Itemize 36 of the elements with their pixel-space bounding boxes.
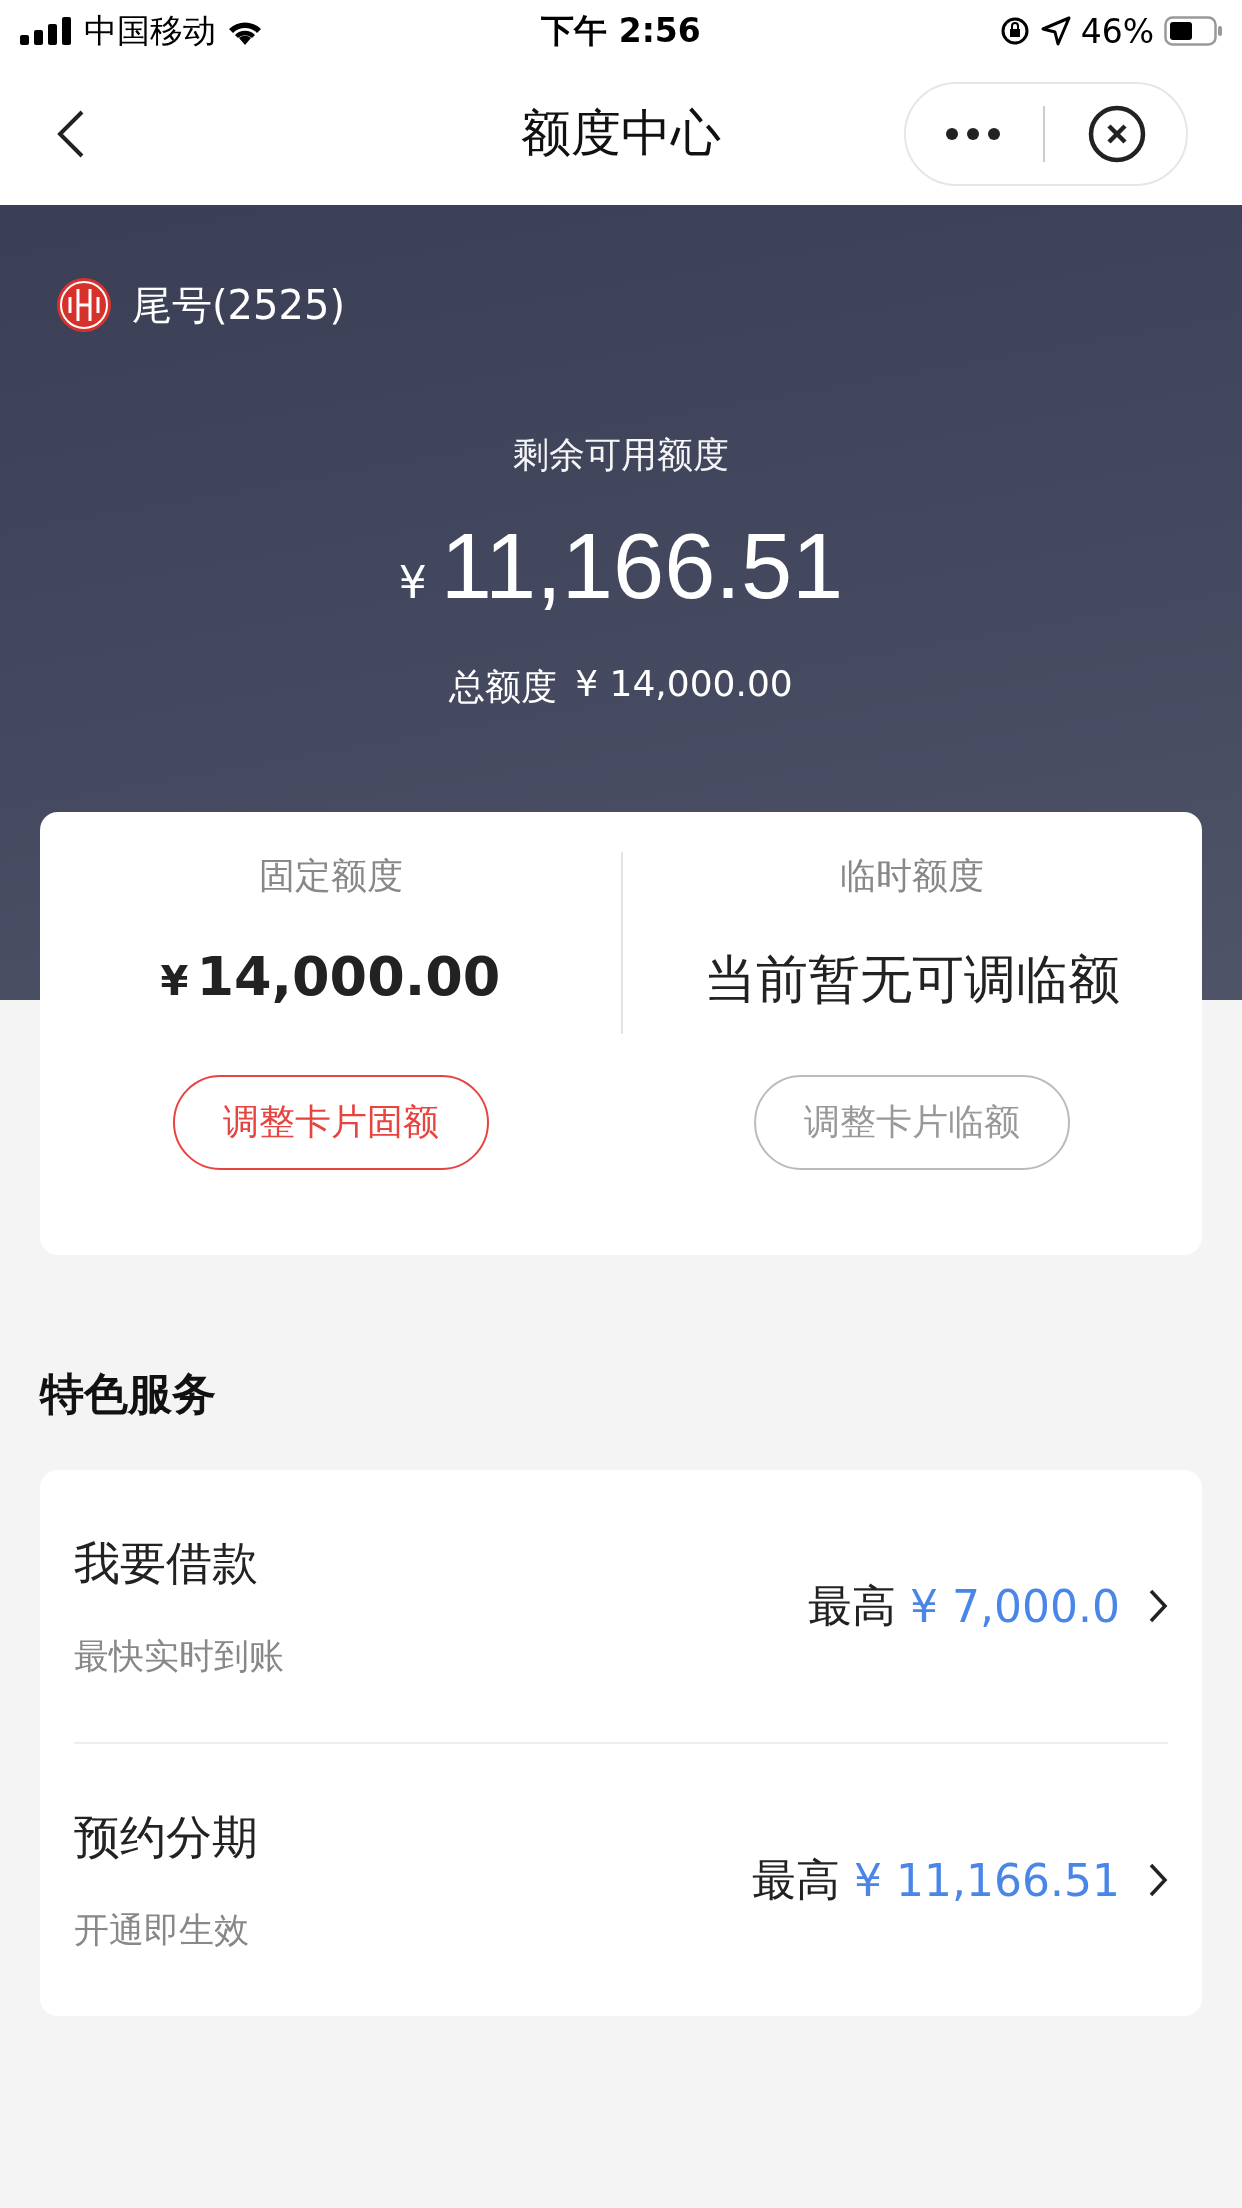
limit-label: 临时额度	[839, 854, 984, 898]
max-label: 最高	[808, 1578, 897, 1633]
service-row[interactable]: 我要借款 最快实时到账 最高 ¥ 7,000.0	[74, 1470, 1168, 1742]
currency-symbol: ¥	[398, 557, 427, 608]
max-amount: ¥ 11,166.51	[854, 1854, 1120, 1906]
more-icon[interactable]	[945, 126, 1001, 141]
limit-value: 当前暂无可调临额	[703, 948, 1120, 1011]
service-subtitle: 开通即生效	[74, 1908, 250, 1952]
service-title: 预约分期	[74, 1808, 258, 1866]
clock-time: 下午 2:56	[541, 9, 701, 52]
available-amount: 11,166.51	[440, 514, 844, 619]
service-subtitle: 最快实时到账	[74, 1634, 284, 1678]
total-label: 总额度	[449, 665, 558, 709]
battery-icon	[1164, 16, 1224, 46]
location-icon	[1040, 16, 1071, 46]
back-icon[interactable]	[56, 108, 86, 159]
adjust-button[interactable]: 调整卡片固额	[172, 1075, 489, 1170]
total-amount: ¥ 14,000.00	[575, 663, 793, 706]
max-amount: ¥ 7,000.0	[910, 1580, 1120, 1632]
page-title: 额度中心	[521, 103, 721, 164]
card-tail-number: 尾号(2525)	[132, 280, 345, 330]
carrier-name: 中国移动	[84, 9, 216, 52]
chevron-icon	[1148, 1588, 1168, 1624]
service-row[interactable]: 预约分期 开通即生效 最高 ¥ 11,166.51	[74, 1742, 1168, 2016]
available-label: 剩余可用额度	[513, 433, 729, 477]
section-title: 特色服务	[40, 1367, 217, 1421]
service-title: 我要借款	[74, 1534, 259, 1592]
close-icon[interactable]	[1087, 103, 1147, 164]
bank-logo-icon	[56, 277, 112, 333]
max-label: 最高	[752, 1852, 841, 1907]
limit-value: 14,000.00	[196, 945, 501, 1008]
signal-icon	[20, 17, 74, 45]
limit-label: 固定额度	[258, 854, 403, 898]
battery-percent: 46%	[1080, 11, 1154, 51]
chevron-icon	[1148, 1862, 1168, 1898]
currency-symbol: ¥	[160, 958, 189, 1004]
